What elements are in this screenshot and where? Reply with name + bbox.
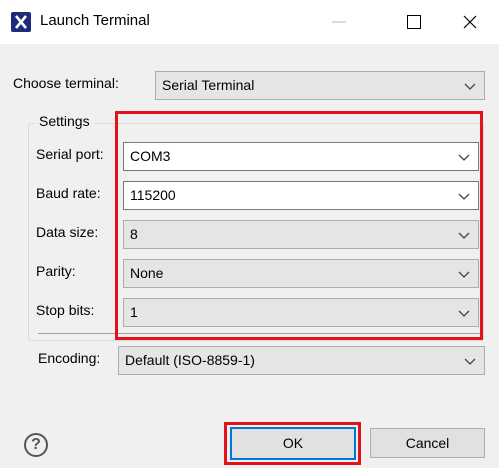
- serial-port-label: Serial port:: [36, 146, 104, 162]
- cancel-button[interactable]: Cancel: [370, 428, 485, 458]
- launch-terminal-dialog: Launch Terminal Choose terminal: Serial …: [0, 0, 499, 468]
- choose-terminal-label: Choose terminal:: [13, 75, 119, 91]
- baud-rate-label: Baud rate:: [36, 185, 101, 201]
- close-button[interactable]: [447, 0, 493, 44]
- minimize-button[interactable]: [316, 0, 362, 44]
- help-icon[interactable]: ?: [24, 433, 48, 457]
- app-x-icon: [11, 12, 31, 32]
- chevron-down-icon: [464, 358, 476, 365]
- choose-terminal-value: Serial Terminal: [162, 77, 255, 93]
- encoding-dropdown[interactable]: Default (ISO-8859-1): [118, 346, 485, 375]
- settings-group-title: Settings: [35, 113, 94, 129]
- chevron-down-icon: [464, 83, 476, 90]
- encoding-value: Default (ISO-8859-1): [125, 352, 255, 368]
- window-title: Launch Terminal: [40, 12, 150, 29]
- encoding-label: Encoding:: [38, 350, 101, 366]
- maximize-icon: [407, 15, 421, 29]
- stop-bits-label: Stop bits:: [36, 302, 95, 318]
- title-bar: Launch Terminal: [0, 0, 499, 44]
- ok-button[interactable]: OK: [230, 427, 356, 460]
- parity-label: Parity:: [36, 263, 76, 279]
- minimize-icon: [332, 21, 346, 23]
- settings-highlight-annotation: [115, 111, 483, 340]
- close-icon: [463, 15, 477, 29]
- maximize-button[interactable]: [391, 0, 437, 44]
- data-size-label: Data size:: [36, 224, 99, 240]
- choose-terminal-dropdown[interactable]: Serial Terminal: [155, 71, 485, 100]
- dialog-content: Choose terminal: Serial Terminal Setting…: [0, 44, 499, 468]
